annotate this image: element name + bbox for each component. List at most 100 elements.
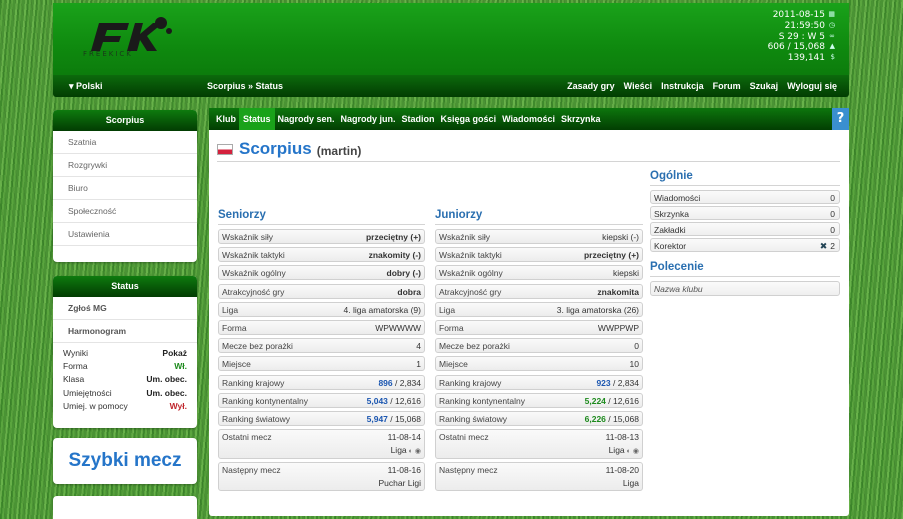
match-report-icon[interactable]: ◐ [409,448,413,455]
status-row-label: Umiej. w pomocy [63,400,128,411]
recommend-club-input[interactable]: Nazwa klubu [650,281,840,296]
next-match-row[interactable]: Następny mecz 11-08-16 Puchar Ligi [218,461,425,492]
language-select[interactable]: ▾ Polski [69,81,103,92]
quick-match-button[interactable]: Szybki mecz [53,438,197,484]
status-row-toggle[interactable]: Pokaż [162,347,187,360]
tab-0[interactable]: Klub [213,108,239,130]
general-row-3[interactable]: Korektor ✖ 2 [650,238,840,252]
status-link-1[interactable]: Harmonogram [53,320,197,343]
match-label: Następny mecz [439,464,498,475]
sidebar-item-2[interactable]: Biuro [53,177,197,200]
help-icon[interactable]: ? [832,108,849,130]
stat-value: kiepski [613,268,639,279]
stat-label: Wskaźnik ogólny [222,268,286,279]
tab-7[interactable]: Skrzynka [558,108,604,130]
nav-link-szukaj[interactable]: Szukaj [750,81,779,91]
up-arrow-icon: ▲ [829,42,835,51]
nav-link-wie-ci[interactable]: Wieści [624,81,652,91]
stat-label: Atrakcyjność gry [222,286,285,297]
club-menu: Scorpius Szatnia Rozgrywki Biuro Społecznoś… [53,110,197,262]
status-row-toggle[interactable]: Wł. [174,360,187,373]
nav-link-wyloguj-si-[interactable]: Wyloguj się [787,81,837,91]
nav-link-instrukcja[interactable]: Instrukcja [661,81,704,91]
stat-value: 923 / 2,834 [596,378,639,388]
tab-2[interactable]: Nagrody sen. [275,108,338,130]
stat-row: Miejsce 10 [435,356,643,372]
rank-value: 5,043 [366,395,388,406]
status-row: Klasa Um. obec. [53,373,197,386]
sidebar-item-3[interactable]: Społeczność [53,200,197,223]
stat-label: Atrakcyjność gry [439,286,502,297]
stat-value: 606 / 15,068 [767,42,825,53]
status-row-toggle[interactable]: Um. obec. [146,387,187,400]
club-tabs: Klub Status Nagrody sen. Nagrody jun. Stadio… [209,108,849,130]
stat-value: znakomita [597,286,639,297]
general-row-2[interactable]: Zakładki 0 [650,222,840,236]
match-report-icon[interactable]: ◐ [627,448,631,455]
stat-row: Ranking kontynentalny 5,043 / 12,616 [218,392,425,408]
stat-value: WWPPWP [597,322,639,333]
stat-value: przeciętny (+) [365,232,421,242]
stat-row: Atrakcyjność gry znakomita [435,283,643,299]
tab-6[interactable]: Wiadomości [499,108,558,130]
general-label: Wiadomości [654,192,701,203]
stat-label: Ranking kontynentalny [222,395,309,406]
stat-value: 0 [634,341,639,352]
recommendation-title: Polecenie [650,261,840,277]
club-owner[interactable]: (martin) [317,144,362,158]
stat-row: Ranking światowy 6,226 / 15,068 [435,410,643,426]
stat-label: Ranking światowy [439,413,508,424]
sidebar-item-0[interactable]: Szatnia [53,131,197,154]
status-panel: Status Zgłoś MG Harmonogram Wyniki Pokaż Fo… [53,276,197,428]
tab-3[interactable]: Nagrody jun. [338,108,399,130]
stat-row: Ranking kontynentalny 5,224 / 12,616 [435,392,643,408]
stat-row: Wskaźnik ogólny kiepski [435,265,643,281]
general-value: 0 [830,208,835,219]
stat-value: 139,141 [787,53,825,64]
stat-label: Ranking światowy [222,413,291,424]
stat-row: Ranking krajowy 923 / 2,834 [435,374,643,390]
stat-label: Miejsce [222,359,251,370]
nav-links: Zasady gry Wieści Instrukcja Forum Szukaj Wyl… [567,81,837,91]
general-row-0[interactable]: Wiadomości 0 [650,190,840,204]
rank-total: / 2,834 [392,377,421,388]
status-row-toggle[interactable]: Wył. [170,400,187,413]
nav-link-forum[interactable]: Forum [713,81,741,91]
status-panel-title: Status [53,276,197,297]
stat-line: S 29 : W 5 ∞ [768,32,835,43]
club-name[interactable]: Scorpius [239,139,312,159]
status-row-toggle[interactable]: Um. obec. [146,373,187,386]
match-view-icon[interactable]: ◉ [633,447,639,455]
stat-value: 1 [416,359,421,370]
nav-link-zasady-gry[interactable]: Zasady gry [567,81,615,91]
general-label: Zakładki [654,224,686,235]
match-date: 11-08-20 [605,464,639,475]
stat-line: 2011-08-15 ▦ [768,10,835,21]
last-match-row[interactable]: Ostatni mecz 11-08-14 Liga ◐ ◉ [218,429,425,459]
sidebar-item-4[interactable]: Ustawienia [53,223,197,246]
rank-total: / 12,616 [605,395,639,406]
next-match-row[interactable]: Następny mecz 11-08-20 Liga [435,461,643,492]
juniors-stats: Wskaźnik siły kiepski (-) Wskaźnik taktyki… [435,229,643,494]
match-view-icon[interactable]: ◉ [415,447,421,455]
match-label: Ostatni mecz [439,432,489,443]
status-row-label: Umiejętności [63,387,112,398]
match-date: 11-08-16 [387,464,421,475]
tab-5[interactable]: Księga gości [438,108,500,130]
stat-line: 21:59:50 ◷ [768,21,835,32]
stat-value: 4. liga amatorska (9) [343,304,421,315]
general-row-1[interactable]: Skrzynka 0 [650,206,840,220]
general-value: 0 [830,224,835,235]
stat-label: Forma [439,322,464,333]
status-link-0[interactable]: Zgłoś MG [53,297,197,320]
tab-1[interactable]: Status [239,108,275,130]
sidebar-item-1[interactable]: Rozgrywki [53,154,197,177]
logo-text: FREEKICK [83,50,133,58]
stat-row: Liga 3. liga amatorska (26) [435,301,643,317]
stat-value: S 29 : W 5 [778,31,825,42]
tab-4[interactable]: Stadion [399,108,438,130]
last-match-row[interactable]: Ostatni mecz 11-08-13 Liga ◐ ◉ [435,429,643,459]
rank-value: 923 [596,377,611,388]
status-row: Umiejętności Um. obec. [53,387,197,400]
stat-value: 5,224 / 12,616 [585,396,639,406]
